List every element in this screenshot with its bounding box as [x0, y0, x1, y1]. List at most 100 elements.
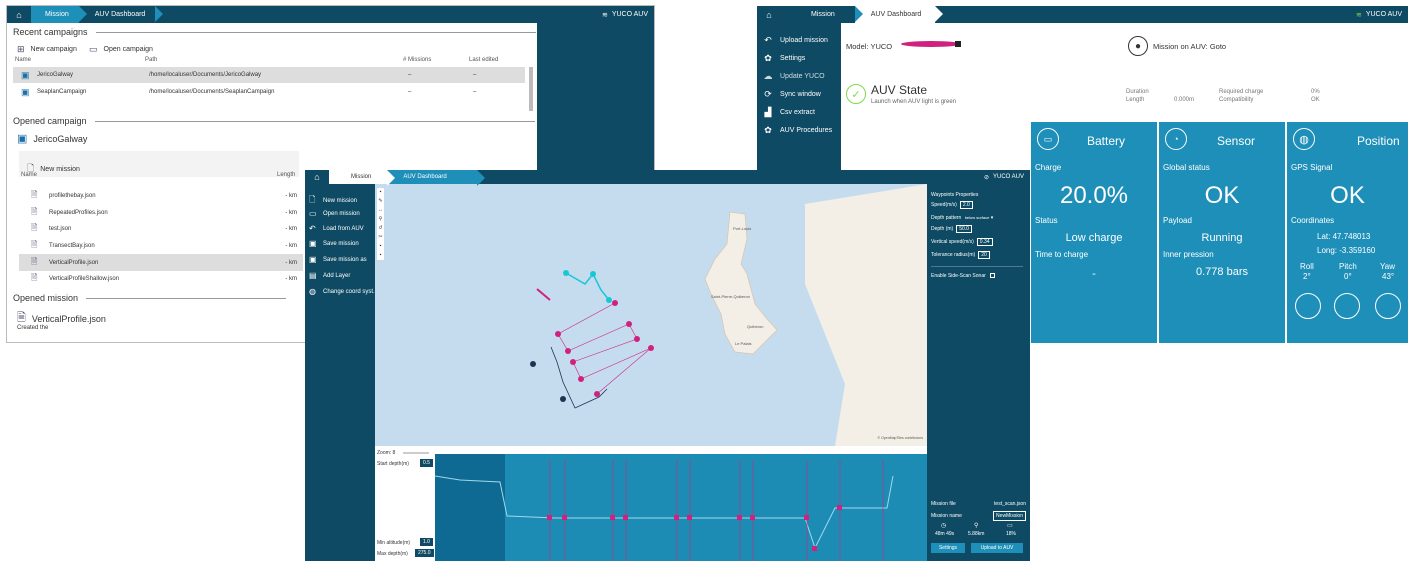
duration-label: Duration — [1126, 89, 1149, 95]
divider — [931, 266, 1023, 267]
mission-map[interactable]: ▪ ✎ ↔ ⚲ ↺ ✂ ▪ ▪ Port-Louis Saint-Pierre-… — [375, 184, 927, 446]
tab-dashboard[interactable]: AUV Dashboard — [387, 170, 486, 186]
nav-update-yuco[interactable]: ☁ Update YUCO — [763, 71, 825, 82]
global-status-label: Global status — [1163, 163, 1210, 172]
nav-csv-extract[interactable]: ▟ Csv extract — [763, 107, 815, 118]
upload-to-auv-button[interactable]: Upload to AUV — [971, 543, 1023, 553]
mission-row[interactable]: 🗎 TransectBay.json - km — [19, 238, 303, 255]
charge-label: Charge — [1035, 163, 1062, 172]
vehicle-name: YUCO AUV — [1365, 11, 1402, 18]
vehicle-name: YUCO AUV — [992, 174, 1024, 180]
max-depth-label: Max depth(m) — [377, 551, 408, 557]
min-altitude-label: Min altitude(m) — [377, 540, 411, 546]
start-waypoint — [530, 361, 536, 367]
mission-file-label: Mission file — [931, 501, 956, 507]
gear-icon: ✿ — [764, 125, 772, 135]
menu-save-mission[interactable]: ▣ Save mission — [309, 239, 359, 248]
sss-checkbox[interactable] — [990, 273, 996, 279]
opened-mission-header: Opened mission — [13, 293, 287, 303]
duration-value: 48m 49s — [935, 531, 955, 537]
depth-input[interactable]: 50.0 — [956, 225, 972, 233]
sensor-title: Sensor — [1217, 134, 1256, 148]
gauge-icon: ◔ — [1165, 128, 1187, 150]
tab-dashboard[interactable]: AUV Dashboard — [854, 6, 943, 23]
home-icon[interactable]: ⌂ — [305, 170, 329, 184]
home-icon[interactable]: ⌂ — [7, 6, 31, 23]
mission-row[interactable]: 🗎 RepeatedProfiles.json - km — [19, 205, 303, 222]
new-campaign-button[interactable]: ⊞ New campaign — [17, 44, 77, 55]
mission-name: TransectBay.json — [49, 243, 95, 250]
mission-file-icon: 🗎 — [31, 206, 38, 216]
distance-value: 5.88km — [968, 531, 985, 537]
required-charge-label: Required charge — [1219, 89, 1264, 95]
campaign-row[interactable]: ▣ SeaplanCampaign /home/localuser/Docume… — [13, 84, 525, 100]
tab-dashboard[interactable]: AUV Dashboard — [78, 6, 163, 23]
menu-open-mission[interactable]: ▭ Open mission — [309, 209, 360, 218]
depth-profile[interactable]: Zoom: 8 Start depth(m) 0.5 Min altitude(… — [375, 446, 927, 561]
campaign-icon: ▣ — [21, 86, 30, 97]
mission-row[interactable]: 🗎 test.json - km — [19, 221, 303, 238]
pitch-label: Pitch — [1339, 262, 1357, 271]
cloud-icon: ☁ — [763, 71, 773, 81]
menu-load-from-auv[interactable]: ↶ Load from AUV — [309, 224, 364, 233]
campaign-table-header: Name Path # Missions Last edited — [15, 57, 499, 63]
open-campaign-button[interactable]: ▭ Open campaign — [89, 44, 153, 55]
compass-icon — [1375, 293, 1401, 319]
auv-state-title: AUV State — [871, 83, 928, 97]
settings-button[interactable]: Settings — [931, 543, 965, 553]
sss-field: Enable Side-Scan Sonar — [931, 273, 996, 279]
no-signal-icon: ⊘ — [983, 174, 989, 181]
globe-icon: ◍ — [309, 287, 316, 296]
home-icon[interactable]: ⌂ — [757, 6, 781, 23]
mission-length: - km — [285, 193, 297, 200]
tolerance-input[interactable]: 20 — [978, 251, 990, 259]
mission-row[interactable]: 🗎 VerticalProfileShallow.json - km — [19, 271, 303, 288]
campaign-row[interactable]: ▣ JericoGalway /home/localuser/Documents… — [13, 67, 525, 83]
compatibility-label: Compatibility — [1219, 97, 1254, 103]
tab-mission[interactable]: Mission — [781, 6, 863, 23]
menu-add-layer[interactable]: ▤ Add Layer — [309, 271, 350, 280]
min-altitude-input[interactable]: 1.0 — [420, 538, 433, 546]
waypoint-properties-title: Waypoints Properties — [931, 192, 979, 198]
menu-change-coord[interactable]: ◍ Change coord syst. — [309, 287, 375, 296]
mission-name: VerticalProfileShallow.json — [49, 276, 120, 283]
battery-icon: ▭ — [1037, 128, 1059, 150]
waypoint-properties-panel: Waypoints Properties Speed(m/s) 2.0 Depth… — [927, 184, 1030, 561]
nav-sync-window[interactable]: ⟳ Sync window — [763, 89, 821, 100]
mission-name-input[interactable]: NewMission — [993, 511, 1026, 521]
auv-state-subtitle: Launch when AUV light is green — [871, 99, 957, 105]
coastline — [704, 211, 778, 355]
tab-mission[interactable]: Mission — [31, 6, 87, 23]
top-bar: ⌂ Mission AUV Dashboard ⊘ YUCO AUV — [305, 170, 1030, 186]
mission-list: 🗎 profilethebay.json - km 🗎 RepeatedProfiles… — [19, 188, 303, 288]
battery-card: ▭ Battery Charge 20.0% Status Low charge… — [1031, 122, 1157, 343]
zoom-slider[interactable] — [403, 452, 429, 454]
speed-input[interactable]: 2.0 — [959, 201, 973, 209]
map-label-saint-pierre: Saint-Pierre-Quiberon — [711, 294, 750, 299]
max-depth-input[interactable]: 275.0 — [415, 549, 434, 557]
wifi-icon: ≋ — [1355, 11, 1362, 19]
depth-pattern-select[interactable]: below surface — [965, 215, 990, 220]
campaign-icon: ▣ — [17, 133, 28, 145]
nav-settings[interactable]: ✿ Settings — [763, 53, 805, 64]
tab-mission[interactable]: Mission — [329, 170, 396, 186]
nav-upload-mission[interactable]: ↶ Upload mission — [763, 35, 828, 46]
map-label-le-palais: Le Palais — [735, 341, 752, 346]
opened-campaign: ▣ JericoGalway — [17, 133, 88, 145]
save-as-icon: ▣ — [309, 255, 317, 264]
vertical-speed-input[interactable]: 0.34 — [976, 238, 993, 246]
payload-label: Payload — [1163, 216, 1192, 225]
menu-new-mission[interactable]: 🗋 New mission — [309, 194, 357, 208]
mission-length: - km — [285, 243, 297, 250]
start-depth-input[interactable]: 0.5 — [420, 459, 433, 467]
length-label: Length — [1126, 97, 1145, 103]
mission-row[interactable]: 🗎 profilethebay.json - km — [19, 188, 303, 205]
menu-save-mission-as[interactable]: ▣ Save mission as — [309, 255, 367, 264]
auv-icon — [901, 41, 961, 47]
scrollbar[interactable] — [529, 67, 533, 111]
clock-icon: ◷ — [941, 523, 947, 529]
mission-row[interactable]: 🗎 VerticalProfile.json - km — [19, 254, 303, 271]
nav-auv-procedures[interactable]: ✿ AUV Procedures — [763, 125, 832, 136]
length-value: 0.000m — [1174, 97, 1195, 103]
start-depth-label: Start depth(m) — [377, 461, 409, 467]
